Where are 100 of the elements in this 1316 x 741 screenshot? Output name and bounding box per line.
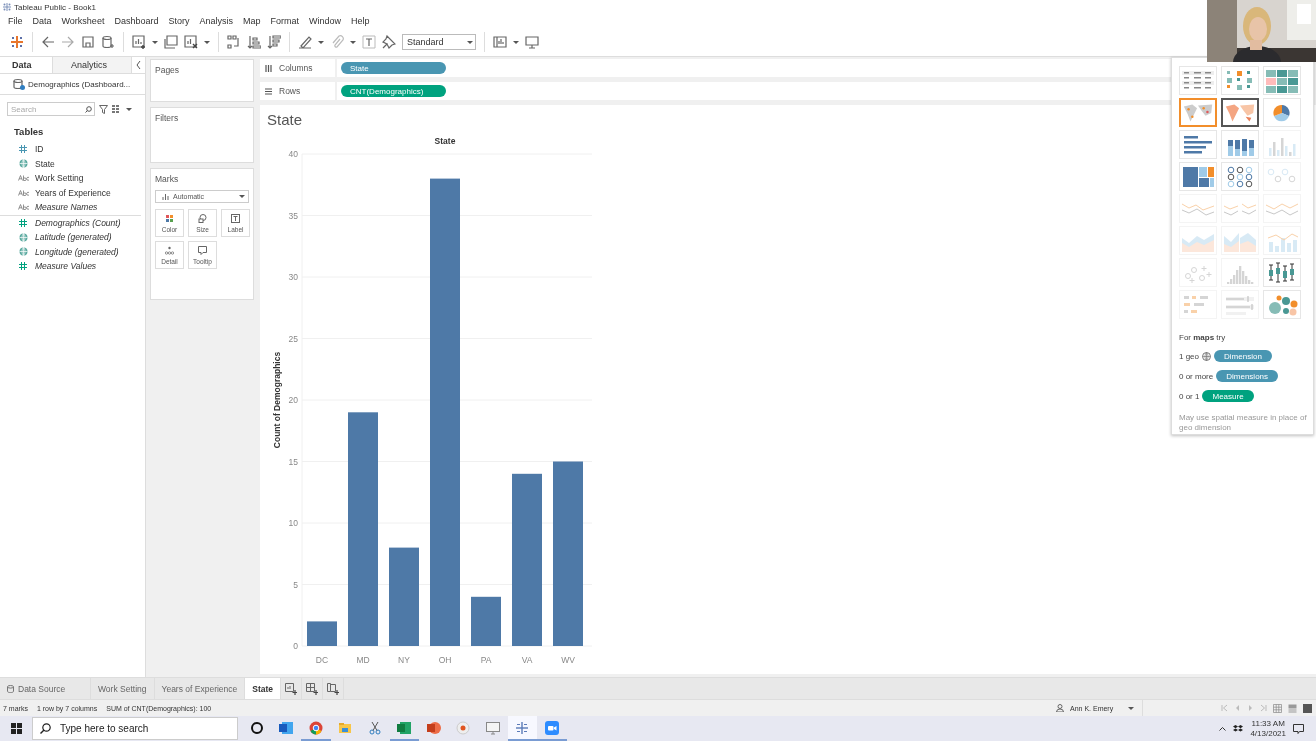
highlight-pen-icon[interactable] xyxy=(298,35,312,49)
menu-item[interactable]: Help xyxy=(347,16,376,26)
bar[interactable] xyxy=(307,621,337,646)
new-worksheet-icon[interactable] xyxy=(132,35,146,49)
menu-item[interactable]: Story xyxy=(164,16,196,26)
requirement-label: 1 geo xyxy=(1179,351,1200,361)
clock-time[interactable]: 11:33 AM xyxy=(1251,718,1285,729)
axis-tick-label: 30 xyxy=(288,272,298,282)
box-icon[interactable] xyxy=(1233,724,1244,733)
shelf-label: Columns xyxy=(260,59,335,77)
database-icon xyxy=(7,684,14,693)
menu-item[interactable]: Analysis xyxy=(195,16,239,26)
field-name[interactable]: Measure Names xyxy=(35,202,98,213)
columns-icon xyxy=(265,64,272,72)
windows-logo-icon[interactable] xyxy=(10,723,22,734)
slides-app-icon xyxy=(426,720,441,735)
text-type-icon xyxy=(17,204,29,211)
sheet-title: State xyxy=(267,111,303,130)
show-cards-icon[interactable] xyxy=(493,35,507,49)
column-header: State xyxy=(434,136,456,146)
pin-icon[interactable] xyxy=(382,35,396,49)
dropdown-caret-icon[interactable] xyxy=(467,40,473,44)
field-name[interactable]: State xyxy=(35,158,55,169)
spreadsheet-app-icon xyxy=(397,720,412,735)
forward-arrow-icon[interactable] xyxy=(61,35,75,49)
category-label: DC xyxy=(315,655,329,665)
presentation-icon[interactable] xyxy=(525,35,539,49)
dropdown-caret-icon[interactable] xyxy=(513,40,519,44)
category-label: OH xyxy=(438,655,452,665)
requirement-label: 0 or 1 xyxy=(1179,391,1200,401)
notification-icon[interactable] xyxy=(1293,723,1304,734)
collapse-icon[interactable] xyxy=(136,61,141,69)
tableau-logo-icon[interactable] xyxy=(10,35,24,49)
filter-icon[interactable] xyxy=(99,104,108,114)
axis-tick-label: 10 xyxy=(288,518,298,528)
axis-tick-label: 35 xyxy=(288,210,298,221)
axis-tick-label: 5 xyxy=(293,579,298,590)
menu-item[interactable]: Format xyxy=(266,16,305,26)
card-title: Marks xyxy=(155,174,180,184)
dropdown-caret-icon[interactable] xyxy=(1128,706,1134,710)
clock-date[interactable]: 4/13/2021 xyxy=(1250,728,1286,739)
text-type-icon xyxy=(17,175,29,182)
dropdown-caret-icon[interactable] xyxy=(204,40,210,44)
dropdown-caret-icon[interactable] xyxy=(318,40,324,44)
menu-item[interactable]: Dashboard xyxy=(110,16,165,26)
save-icon[interactable] xyxy=(81,35,95,49)
menu-item[interactable]: Worksheet xyxy=(57,16,111,26)
section-heading: Tables xyxy=(13,125,45,139)
sheet-tab[interactable]: State xyxy=(245,678,282,699)
document-app-icon xyxy=(279,720,294,735)
chart-type-button[interactable] xyxy=(1221,98,1259,127)
shapes-icon xyxy=(198,213,207,223)
dropdown-caret-icon[interactable] xyxy=(152,40,158,44)
search-icon[interactable] xyxy=(85,106,92,113)
dropdown-caret-icon[interactable] xyxy=(239,195,245,198)
taskbar-search-field[interactable]: Type here to search xyxy=(32,717,238,740)
new-worksheet-icon[interactable] xyxy=(285,682,298,695)
webcam-icon xyxy=(456,720,471,735)
pane-tab[interactable]: Analytics xyxy=(53,57,132,73)
filmstrip-icon[interactable] xyxy=(1288,703,1297,713)
new-dashboard-icon[interactable] xyxy=(306,682,319,695)
field-name[interactable]: Latitude (generated) xyxy=(35,232,112,243)
requirement-label: 0 or more xyxy=(1179,371,1214,381)
chevron-up-icon[interactable] xyxy=(1219,726,1227,731)
field-name[interactable]: Work Setting xyxy=(35,173,84,184)
menu-item[interactable]: Data xyxy=(28,16,58,26)
field-name[interactable]: Longitude (generated) xyxy=(35,246,119,257)
dropdown-caret-icon[interactable] xyxy=(350,40,356,44)
duplicate-sheet-icon[interactable] xyxy=(164,35,178,49)
globe-icon xyxy=(18,232,28,242)
category-label: PA xyxy=(480,655,492,665)
menu-item[interactable]: File xyxy=(4,16,29,26)
new-story-icon[interactable] xyxy=(327,682,340,695)
field-name[interactable]: ID xyxy=(35,144,44,155)
new-data-source-icon[interactable] xyxy=(101,35,115,49)
field-name[interactable]: Demographics (Count) xyxy=(35,217,121,228)
hash-icon xyxy=(19,262,27,271)
menu-item[interactable]: Map xyxy=(238,16,267,26)
clear-sheet-icon[interactable] xyxy=(184,35,198,49)
axis-tick-label: 25 xyxy=(288,333,298,344)
user-icon xyxy=(1056,704,1064,712)
tab-view-icon[interactable] xyxy=(1303,703,1312,713)
text-label-icon[interactable] xyxy=(362,35,376,49)
globe-icon xyxy=(18,247,28,257)
data-source-name[interactable]: Demographics (Dashboard... xyxy=(28,79,131,89)
menu-item[interactable]: Window xyxy=(305,16,347,26)
grid-view-icon[interactable] xyxy=(112,105,122,113)
field-pill: Dimensions xyxy=(1216,370,1279,382)
field-name[interactable]: Measure Values xyxy=(35,261,97,272)
back-arrow-icon[interactable] xyxy=(41,35,55,49)
swap-icon[interactable] xyxy=(227,35,241,49)
grid-view-icon[interactable] xyxy=(1273,703,1282,713)
sort-descending-icon[interactable] xyxy=(267,35,281,49)
field-name[interactable]: Years of Experience xyxy=(35,187,111,198)
axis-title: Count of Demographics xyxy=(272,351,282,449)
paperclip-icon[interactable] xyxy=(330,35,344,49)
search-field[interactable]: Search xyxy=(7,102,95,116)
fit-dropdown[interactable]: Standard xyxy=(402,34,476,50)
dropdown-caret-icon[interactable] xyxy=(126,107,132,111)
sort-ascending-icon[interactable] xyxy=(247,35,261,49)
